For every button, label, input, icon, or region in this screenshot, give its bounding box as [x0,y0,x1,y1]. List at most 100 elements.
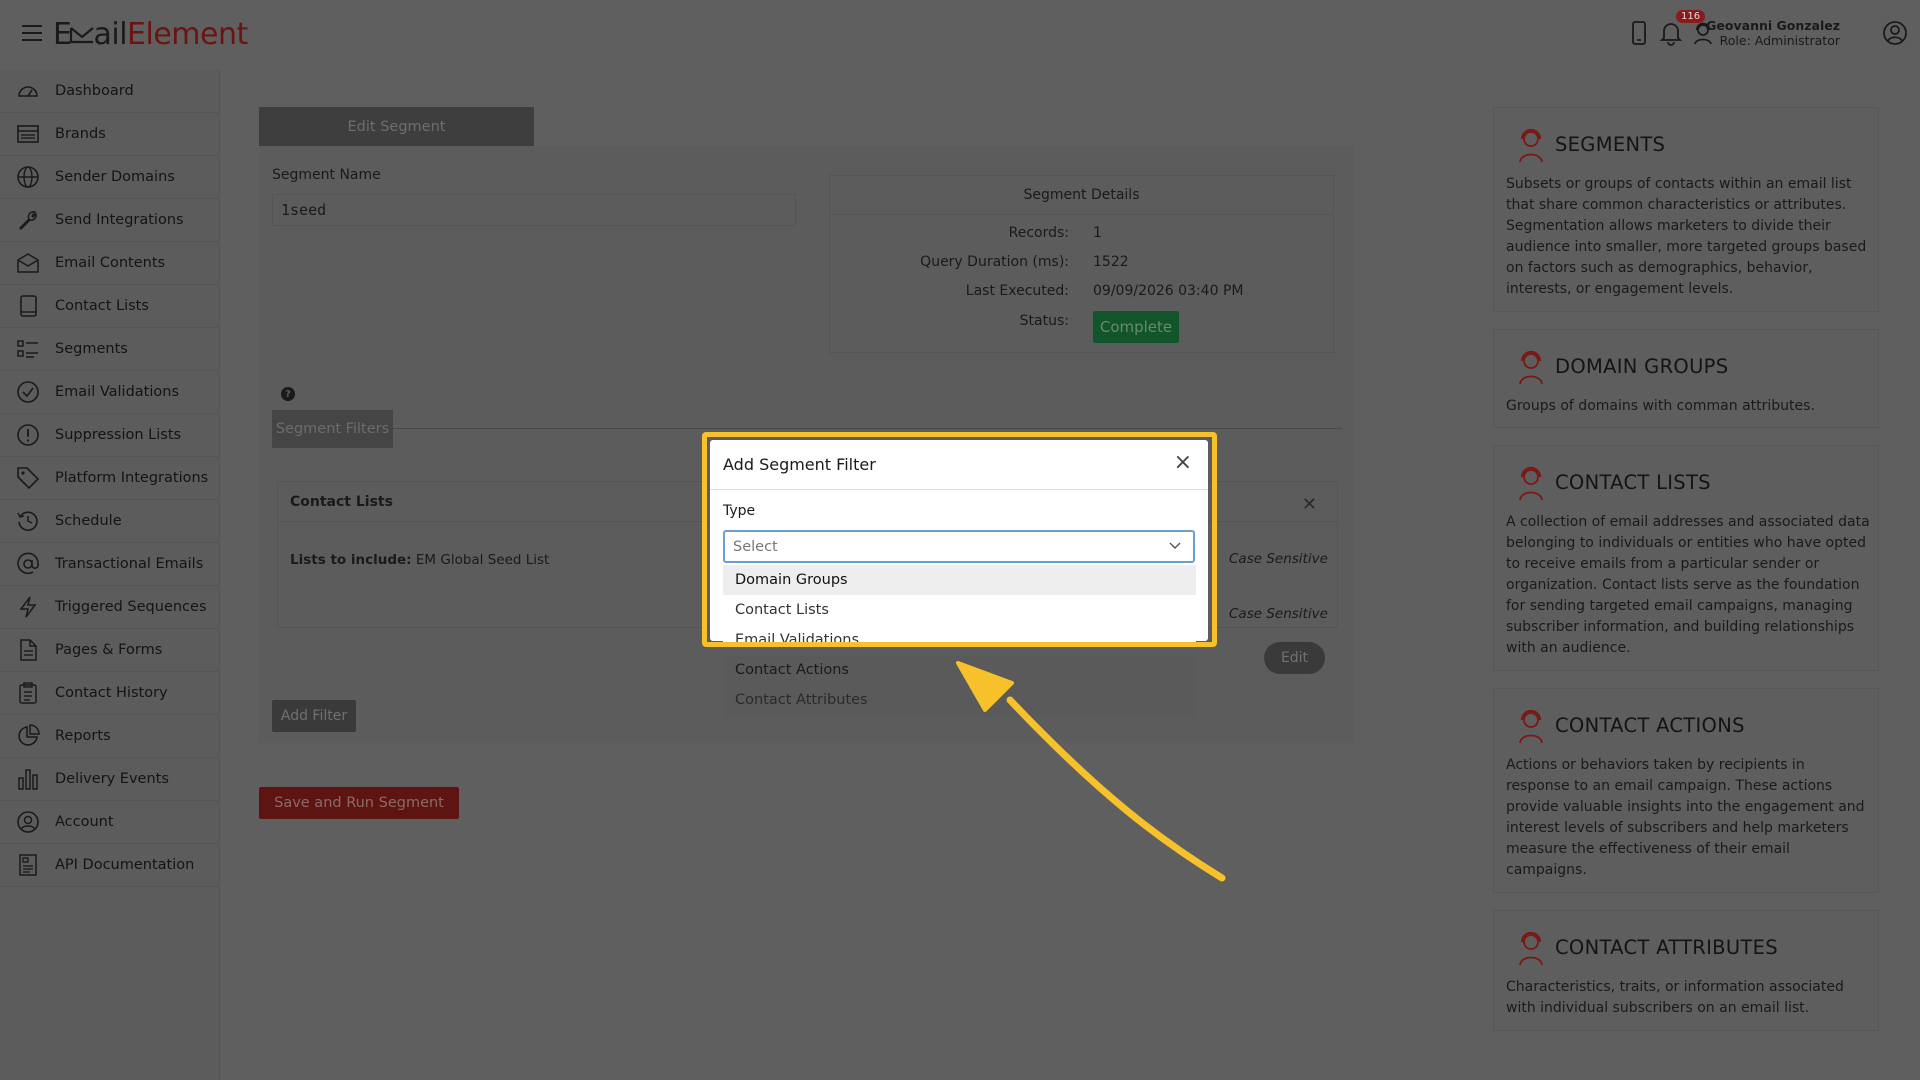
info-card-segments: SEGMENTS Subsets or groups of contacts w… [1493,107,1879,312]
info-card-contact-actions: CONTACT ACTIONS Actions or behaviors tak… [1493,688,1879,893]
globe-icon [17,166,39,188]
sidebar-item-label: Contact Lists [55,298,149,314]
edit-filter-button[interactable]: Edit [1264,642,1325,674]
support-agent-icon [1519,350,1543,385]
check-circle-icon [17,381,39,403]
sidebar-item-sender-domains[interactable]: Sender Domains [0,156,219,199]
lightning-icon [19,596,37,618]
save-and-run-button[interactable]: Save and Run Segment [259,787,459,819]
annotation-arrow-icon [956,661,1226,882]
info-description: A collection of email addresses and asso… [1506,514,1870,656]
user-avatar-icon[interactable] [1880,18,1910,48]
hamburger-menu-icon[interactable] [22,25,42,41]
duration-label: Query Duration (ms): [920,254,1069,270]
dashboard-icon [18,86,38,97]
tab-segment-filters[interactable]: Segment Filters [272,410,393,448]
logo-text-ail: ail [93,17,128,52]
executed-label: Last Executed: [965,283,1069,299]
info-card-contact-lists: CONTACT LISTS A collection of email addr… [1493,445,1879,671]
info-title: DOMAIN GROUPS [1555,355,1729,378]
info-card-contact-attributes: CONTACT ATTRIBUTES Characteristics, trai… [1493,910,1879,1031]
mobile-icon[interactable] [1624,18,1654,48]
api-doc-icon [19,854,37,876]
sidebar-item-email-validations[interactable]: Email Validations [0,371,219,414]
records-label: Records: [1008,225,1069,241]
add-filter-button[interactable]: Add Filter [272,700,356,732]
type-label: Type [723,503,756,519]
sidebar-item-contact-lists[interactable]: Contact Lists [0,285,219,328]
close-icon[interactable]: ✕ [1302,494,1317,515]
sidebar-item-pages-forms[interactable]: Pages & Forms [0,629,219,672]
sidebar-item-email-contents[interactable]: Email Contents [0,242,219,285]
info-description: Actions or behaviors taken by recipients… [1506,757,1865,878]
exclamation-circle-icon [17,424,39,446]
sidebar-item-label: Email Contents [55,255,166,271]
pie-chart-icon [18,724,40,746]
sidebar-item-label: Transactional Emails [55,556,204,572]
sidebar-item-send-integrations[interactable]: Send Integrations [0,199,219,242]
lists-include-label: Lists to include: [290,552,412,568]
sidebar-item-label: Reports [55,728,111,744]
option-domain-groups[interactable]: Domain Groups [723,565,1196,595]
list-icon [17,340,38,358]
status-label: Status: [1019,313,1069,329]
sidebar-item-delivery-events[interactable]: Delivery Events [0,758,219,801]
history-icon [17,511,38,531]
info-title: CONTACT ACTIONS [1555,714,1745,737]
sidebar-item-platform-integrations[interactable]: Platform Integrations [0,457,219,500]
lists-include-value: EM Global Seed List [415,552,550,568]
duration-value: 1522 [1093,254,1129,270]
sidebar-item-label: Pages & Forms [55,642,163,658]
sidebar-item-brands[interactable]: Brands [0,113,219,156]
lists-to-include: Lists to include: EM Global Seed List [290,552,549,568]
status-badge: Complete [1093,311,1179,343]
app-logo[interactable]: EailElement [53,17,248,52]
sidebar-item-label: Contact History [55,685,168,701]
records-value: 1 [1093,225,1102,241]
chevron-down-icon [1169,542,1181,549]
sidebar-item-label: Triggered Sequences [55,599,207,615]
sidebar-item-suppression-lists[interactable]: Suppression Lists [0,414,219,457]
close-icon[interactable]: × [1174,450,1192,475]
sidebar-item-segments[interactable]: Segments [0,328,219,371]
info-title: CONTACT LISTS [1555,471,1711,494]
sidebar-item-label: Segments [55,341,128,357]
top-header: EailElement 116 Geovanni Gonzalez Role: … [0,0,1920,70]
tab-edit-segment[interactable]: Edit Segment [259,107,534,146]
user-info[interactable]: Geovanni Gonzalez Role: Administrator [1706,18,1840,48]
option-email-validations[interactable]: Email Validations [723,625,1196,642]
help-icon[interactable]: ? [281,387,295,401]
sidebar-item-label: Brands [55,126,106,142]
sidebar-item-api-documentation[interactable]: API Documentation [0,844,219,887]
sidebar-item-contact-history[interactable]: Contact History [0,672,219,715]
segment-details-title: Segment Details [830,176,1333,215]
sidebar-item-triggered-sequences[interactable]: Triggered Sequences [0,586,219,629]
info-title: SEGMENTS [1555,133,1666,156]
sidebar-item-label: Schedule [55,513,122,529]
case-sensitive-label: Case Sensitive [1229,606,1328,622]
user-circle-icon [17,811,39,833]
segment-name-label: Segment Name [272,167,381,183]
sidebar-item-label: Send Integrations [55,212,184,228]
sidebar-item-label: API Documentation [55,857,195,873]
document-icon [20,639,37,661]
sidebar-item-reports[interactable]: Reports [0,715,219,758]
user-name: Geovanni Gonzalez [1706,18,1840,33]
brands-icon [17,125,39,143]
type-dropdown-list: Domain Groups Contact Lists Email Valida… [723,565,1196,642]
type-select[interactable]: Select [723,530,1195,563]
sidebar-item-dashboard[interactable]: Dashboard [0,70,219,113]
wrench-icon [18,211,37,231]
segment-name-input[interactable]: 1seed [272,194,796,226]
sidebar-item-transactional-emails[interactable]: Transactional Emails [0,543,219,586]
option-contact-lists[interactable]: Contact Lists [723,595,1196,625]
executed-value: 09/09/2026 03:40 PM [1093,283,1244,299]
sidebar-item-label: Sender Domains [55,169,175,185]
bar-chart-icon [18,769,38,790]
book-icon [20,295,37,317]
modal-title: Add Segment Filter [723,455,876,474]
info-card-domain-groups: DOMAIN GROUPS Groups of domains with com… [1493,329,1879,428]
divider [393,428,1342,429]
sidebar-item-account[interactable]: Account [0,801,219,844]
sidebar-item-schedule[interactable]: Schedule [0,500,219,543]
